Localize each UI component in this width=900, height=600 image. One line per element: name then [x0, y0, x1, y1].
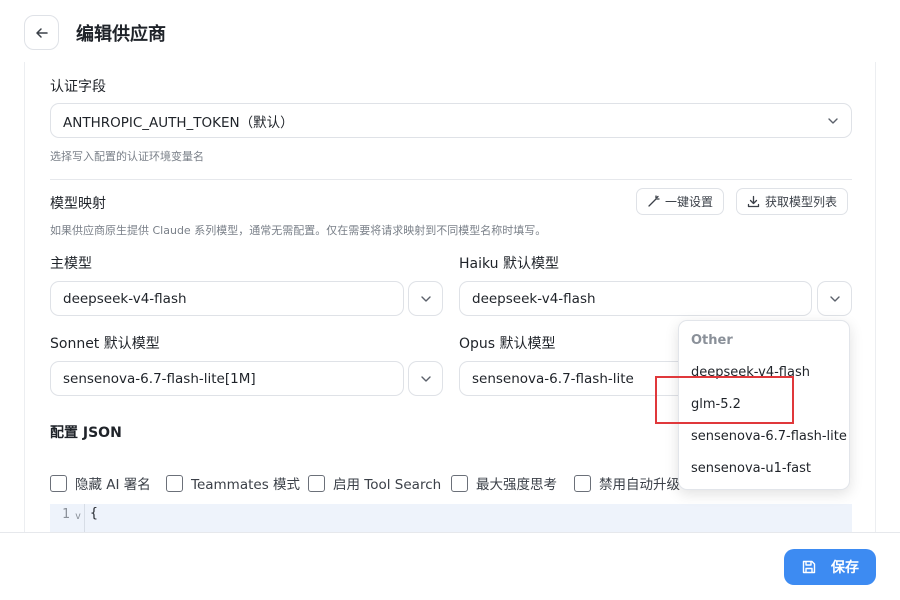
- line-number: 1: [62, 507, 70, 522]
- highlight-box: [655, 376, 794, 424]
- sonnet-model-input[interactable]: sensenova-6.7-flash-lite[1M]: [50, 361, 404, 396]
- checkbox-box[interactable]: [451, 474, 468, 492]
- fetch-models-button[interactable]: 获取模型列表: [736, 188, 849, 215]
- main-model-value: deepseek-v4-flash: [63, 290, 187, 307]
- magic-wand-icon: [648, 195, 660, 207]
- main-model-dropdown-button[interactable]: [408, 281, 443, 316]
- auth-field-value: ANTHROPIC_AUTH_TOKEN（默认）: [63, 114, 294, 131]
- sonnet-model-label: Sonnet 默认模型: [50, 336, 160, 352]
- main-model-label: 主模型: [50, 256, 92, 272]
- disable-auto-upgrade-checkbox[interactable]: 禁用自动升级: [574, 473, 680, 493]
- code-line: {: [90, 506, 98, 521]
- hide-ai-signature-checkbox[interactable]: 隐藏 AI 署名: [50, 473, 151, 493]
- max-thinking-checkbox[interactable]: 最大强度思考: [451, 473, 557, 493]
- model-mapping-hint: 如果供应商原生提供 Claude 系列模型，通常无需配置。仅在需要将请求映射到不…: [50, 224, 547, 237]
- checkbox-label: 最大强度思考: [476, 477, 557, 493]
- dropdown-option[interactable]: sensenova-6.7-flash-lite: [691, 429, 847, 444]
- auth-field-select[interactable]: ANTHROPIC_AUTH_TOKEN（默认）: [50, 103, 852, 138]
- save-icon: [802, 560, 816, 574]
- save-button[interactable]: 保存: [784, 549, 876, 585]
- fetch-models-label: 获取模型列表: [765, 195, 838, 209]
- dropdown-option[interactable]: sensenova-u1-fast: [691, 461, 811, 476]
- haiku-model-value: deepseek-v4-flash: [472, 290, 596, 307]
- opus-model-value: sensenova-6.7-flash-lite: [472, 370, 634, 387]
- one-click-setup-button[interactable]: 一键设置: [636, 188, 725, 215]
- checkbox-box[interactable]: [166, 474, 183, 492]
- checkbox-label: 隐藏 AI 署名: [75, 477, 151, 493]
- page-title: 编辑供应商: [76, 24, 166, 45]
- fold-marker[interactable]: v: [75, 511, 81, 522]
- opus-model-label: Opus 默认模型: [459, 336, 556, 352]
- teammates-mode-checkbox[interactable]: Teammates 模式: [166, 473, 300, 493]
- dropdown-group-header: Other: [691, 333, 733, 348]
- divider: [50, 179, 852, 180]
- checkbox-box[interactable]: [574, 474, 591, 492]
- download-icon: [747, 195, 760, 208]
- auth-field-hint: 选择写入配置的认证环境变量名: [50, 150, 204, 163]
- chevron-down-icon: [829, 295, 840, 302]
- auth-field-label: 认证字段: [50, 79, 106, 95]
- haiku-model-label: Haiku 默认模型: [459, 256, 559, 272]
- one-click-setup-label: 一键设置: [665, 195, 714, 209]
- back-button[interactable]: [24, 15, 59, 50]
- sonnet-model-dropdown-button[interactable]: [408, 361, 443, 396]
- config-json-label: 配置 JSON: [50, 425, 122, 441]
- sonnet-model-value: sensenova-6.7-flash-lite[1M]: [63, 370, 256, 387]
- haiku-model-input[interactable]: deepseek-v4-flash: [459, 281, 812, 316]
- footer: 保存: [0, 532, 900, 600]
- checkbox-box[interactable]: [308, 474, 325, 492]
- haiku-model-dropdown-button[interactable]: [817, 281, 852, 316]
- checkbox-label: Teammates 模式: [191, 477, 301, 493]
- save-button-label: 保存: [831, 560, 859, 576]
- json-editor[interactable]: 1 v {: [50, 504, 852, 532]
- arrow-left-icon: [35, 27, 48, 38]
- model-mapping-label: 模型映射: [50, 196, 106, 212]
- chevron-down-icon: [420, 375, 431, 382]
- checkbox-box[interactable]: [50, 474, 67, 492]
- checkbox-label: 禁用自动升级: [599, 477, 680, 493]
- checkbox-label: 启用 Tool Search: [333, 477, 442, 493]
- tool-search-checkbox[interactable]: 启用 Tool Search: [308, 473, 441, 493]
- chevron-down-icon: [828, 118, 838, 124]
- main-model-input[interactable]: deepseek-v4-flash: [50, 281, 404, 316]
- header: 编辑供应商: [0, 0, 900, 62]
- chevron-down-icon: [420, 295, 431, 302]
- gutter-divider: [84, 504, 85, 532]
